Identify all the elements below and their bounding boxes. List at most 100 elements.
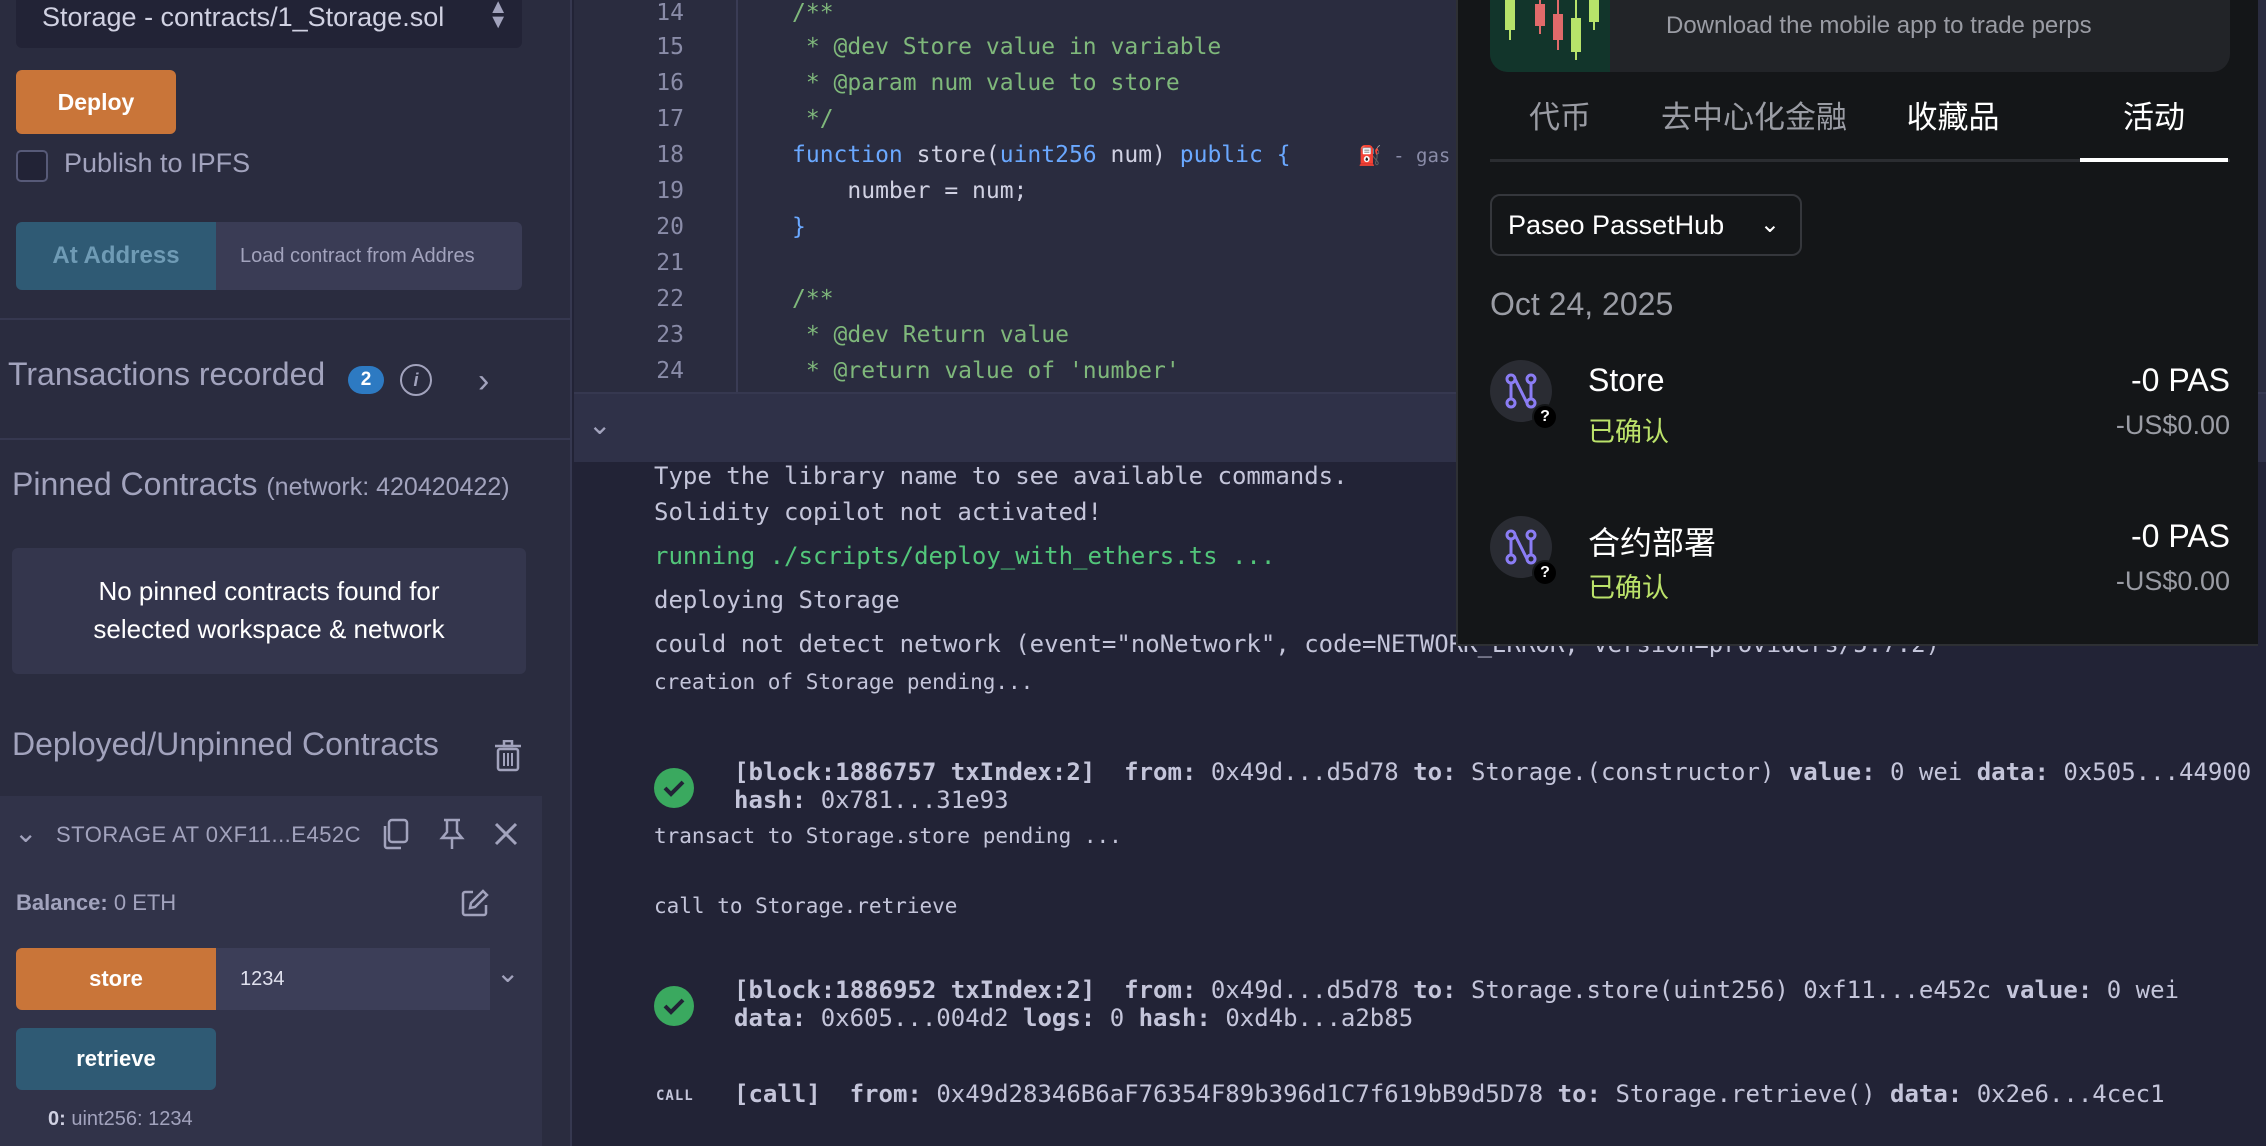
activity-title: Store xyxy=(1588,362,1665,398)
tx-value: 0x605...004d2 xyxy=(820,1004,1009,1032)
output-index: 0: xyxy=(48,1108,66,1130)
line-number: 21 xyxy=(656,250,684,276)
at-address-button[interactable]: At Address xyxy=(16,222,216,290)
tx-label: to: xyxy=(1413,976,1457,1004)
tx-label: hash: xyxy=(1138,1004,1211,1032)
tx-value: Storage.retrieve() xyxy=(1615,1080,1876,1108)
code-line: * @dev Return value xyxy=(792,322,1069,348)
chevron-right-icon[interactable]: › xyxy=(478,362,489,401)
balance-value: 0 ETH xyxy=(113,890,177,915)
tx-label: data: xyxy=(734,1004,807,1032)
wallet-tabs: 代币 去中心化金融 收藏品 活动 xyxy=(1490,92,2230,162)
chevron-down-icon[interactable]: ⌄ xyxy=(496,956,519,989)
edit-icon[interactable] xyxy=(460,888,490,918)
tx-value: 0x505...44900 xyxy=(2063,758,2252,786)
tx-label: value: xyxy=(2005,976,2093,1004)
activity-item[interactable]: ? 合约部署 已确认 -0 PAS -US$0.00 xyxy=(1490,516,2230,616)
tx-label: from: xyxy=(849,1080,922,1108)
tx-value: Storage.(constructor) xyxy=(1470,758,1775,786)
activity-date: Oct 24, 2025 xyxy=(1490,286,1674,322)
success-check-icon xyxy=(654,986,694,1026)
output-value: uint256: 1234 xyxy=(71,1108,193,1130)
divider xyxy=(0,318,572,320)
contract-title: STORAGE AT 0XF11...E452C xyxy=(56,822,362,847)
trash-icon[interactable] xyxy=(494,740,522,772)
code-line: * @param num value to store xyxy=(792,70,1180,96)
pinned-contracts-label: Pinned Contracts xyxy=(12,466,258,502)
code-line: /** xyxy=(792,0,834,26)
tx-value: 0x2e6...4cec1 xyxy=(1976,1080,2165,1108)
contract-select-value: Storage - contracts/1_Storage.sol xyxy=(42,2,445,32)
chevron-down-icon[interactable]: ⌄ xyxy=(14,816,37,849)
info-icon[interactable]: i xyxy=(400,364,432,396)
line-number: 18 xyxy=(656,142,684,168)
retrieve-output: 0: uint256: 1234 xyxy=(48,1108,193,1131)
tx-block: [block:1886952 txIndex:2] xyxy=(734,976,1096,1004)
publish-ipfs-checkbox[interactable] xyxy=(16,150,48,182)
tx-value: 0x781...31e93 xyxy=(820,786,1009,814)
line-number: 15 xyxy=(656,34,684,60)
line-number: 20 xyxy=(656,214,684,240)
pinned-network-label: (network: 420420422) xyxy=(266,473,510,501)
code-line: number = num; xyxy=(792,178,1028,204)
contract-select[interactable]: Storage - contracts/1_Storage.sol ▲ ▼ xyxy=(16,0,522,48)
activity-item[interactable]: ? Store 已确认 -0 PAS -US$0.00 xyxy=(1490,360,2230,460)
transactions-recorded-title: Transactions recorded xyxy=(8,356,326,392)
pinned-contracts-title: Pinned Contracts (network: 420420422) xyxy=(12,466,510,503)
gas-hint-text: - gas xyxy=(1393,145,1451,167)
activity-title: 合约部署 xyxy=(1588,525,1717,561)
terminal-line: deploying Storage xyxy=(654,586,900,614)
tab-activity[interactable]: 活动 xyxy=(2080,92,2228,162)
code-line: */ xyxy=(792,106,834,132)
indent-guide xyxy=(736,0,738,392)
store-button[interactable]: store xyxy=(16,948,216,1010)
tx-label: value: xyxy=(1788,758,1876,786)
tx-log-line[interactable]: data: 0x605...004d2 logs: 0 hash: 0xd4b.… xyxy=(734,1004,1413,1032)
tx-label: data: xyxy=(1890,1080,1963,1108)
deployed-contract-card: ⌄ STORAGE AT 0XF11...E452C Balance: 0 ET… xyxy=(0,796,542,1146)
tx-value: 0x49d...d5d78 xyxy=(1210,758,1399,786)
pinned-empty-line2: selected workspace & network xyxy=(93,614,445,644)
copy-icon[interactable] xyxy=(378,816,414,852)
wallet-popup: Download the mobile app to trade perps 代… xyxy=(1456,0,2258,646)
pin-icon[interactable] xyxy=(434,816,470,852)
tx-value: Storage.store(uint256) 0xf11...e452c xyxy=(1470,976,1992,1004)
tab-defi[interactable]: 去中心化金融 xyxy=(1644,92,1864,162)
tx-value: 0x49d...d5d78 xyxy=(1210,976,1399,1004)
tab-tokens[interactable]: 代币 xyxy=(1490,92,1630,162)
network-select[interactable]: Paseo PassetHub ⌄ xyxy=(1490,194,1802,256)
balance-row: Balance: 0 ETH xyxy=(16,890,176,916)
line-number: 16 xyxy=(656,70,684,96)
activity-usd: -US$0.00 xyxy=(2115,566,2230,596)
unknown-token-icon: ? xyxy=(1532,560,1558,586)
tx-log-line[interactable]: [block:1886757 txIndex:2] from: 0x49d...… xyxy=(734,758,2266,786)
tx-log-line[interactable]: [block:1886952 txIndex:2] from: 0x49d...… xyxy=(734,976,2179,1004)
call-label: [call] xyxy=(734,1080,821,1108)
promo-banner[interactable]: Download the mobile app to trade perps xyxy=(1490,0,2230,72)
tx-log-line[interactable]: hash: 0x781...31e93 xyxy=(734,786,1009,814)
tx-value: 0 wei xyxy=(1890,758,1963,786)
activity-amount: -0 PAS xyxy=(2131,518,2230,554)
deploy-button[interactable]: Deploy xyxy=(16,70,176,134)
contract-header[interactable]: ⌄ STORAGE AT 0XF11...E452C xyxy=(0,796,542,870)
line-number: 17 xyxy=(656,106,684,132)
pinned-empty-line1: No pinned contracts found for xyxy=(98,576,440,606)
tab-nfts[interactable]: 收藏品 xyxy=(1878,92,2028,162)
store-input[interactable]: 1234 xyxy=(216,948,490,1010)
call-log-line[interactable]: [call] from: 0x49d28346B6aF76354F89b396d… xyxy=(734,1080,2165,1108)
tx-value: 0 wei xyxy=(2106,976,2179,1004)
promo-text: Download the mobile app to trade perps xyxy=(1666,12,2092,39)
line-number: 14 xyxy=(656,0,684,26)
balance-label: Balance: xyxy=(16,890,108,915)
close-icon[interactable] xyxy=(488,816,524,852)
tx-label: from: xyxy=(1124,976,1197,1004)
select-arrows-icon: ▲ ▼ xyxy=(488,0,508,33)
unknown-token-icon: ? xyxy=(1532,404,1558,430)
tx-label: data: xyxy=(1976,758,2049,786)
collapse-terminal-icon[interactable]: ⌄ xyxy=(588,408,611,441)
chevron-down-icon: ⌄ xyxy=(1759,211,1780,238)
retrieve-button[interactable]: retrieve xyxy=(16,1028,216,1090)
at-address-input[interactable]: Load contract from Addres xyxy=(216,222,522,290)
activity-amount: -0 PAS xyxy=(2131,362,2230,398)
